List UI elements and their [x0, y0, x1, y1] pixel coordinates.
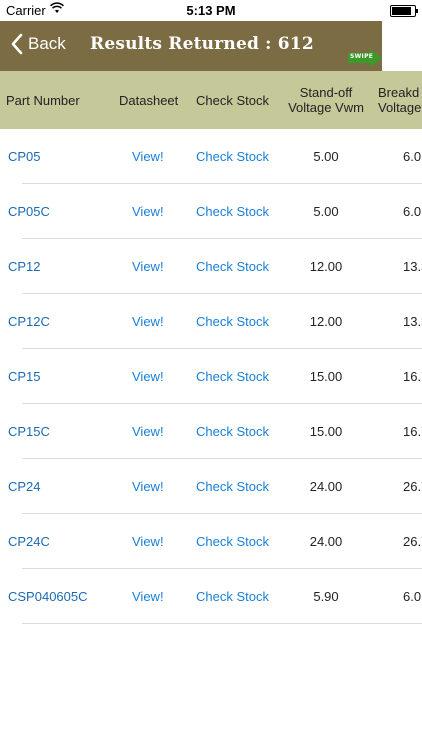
datasheet-link[interactable]: View!	[132, 459, 164, 514]
breakdown-voltage-value: 16.7	[403, 424, 422, 439]
chevron-left-icon	[11, 33, 23, 55]
datasheet-link[interactable]: View!	[132, 349, 164, 404]
table-row[interactable]: CP15 View! Check Stock 15.00 16.7	[0, 349, 422, 404]
swipe-arrow-button[interactable]: SWIPE	[348, 49, 382, 67]
column-header-standoff-voltage[interactable]: Stand-off Voltage Vwm	[283, 71, 369, 129]
back-label: Back	[28, 34, 66, 53]
part-number-link[interactable]: CSP040605C	[8, 569, 88, 624]
breakdown-voltage-value: 26.7	[403, 534, 422, 549]
battery-icon	[390, 5, 418, 17]
results-table: CP05 View! Check Stock 5.00 6.0 CP05C Vi…	[0, 129, 422, 624]
swipe-label: SWIPE	[350, 53, 374, 60]
breakdown-voltage-value: 13.3	[403, 314, 422, 329]
table-row[interactable]: CP24C View! Check Stock 24.00 26.7	[0, 514, 422, 569]
datasheet-link[interactable]: View!	[132, 404, 164, 459]
check-stock-link[interactable]: Check Stock	[196, 514, 269, 569]
datasheet-link[interactable]: View!	[132, 569, 164, 624]
table-row[interactable]: CP12 View! Check Stock 12.00 13.3	[0, 239, 422, 294]
check-stock-link[interactable]: Check Stock	[196, 569, 269, 624]
standoff-header-line1: Stand-off	[299, 85, 353, 100]
check-stock-link[interactable]: Check Stock	[196, 459, 269, 514]
column-header-part-number[interactable]: Part Number	[6, 71, 80, 129]
back-button[interactable]: Back	[10, 33, 66, 55]
part-number-link[interactable]: CP05C	[8, 184, 50, 239]
part-number-link[interactable]: CP24	[8, 459, 41, 514]
standoff-voltage-value: 24.00	[309, 534, 343, 549]
datasheet-link[interactable]: View!	[132, 184, 164, 239]
datasheet-link[interactable]: View!	[132, 294, 164, 349]
table-row[interactable]: CP05 View! Check Stock 5.00 6.0	[0, 129, 422, 184]
part-number-link[interactable]: CP15C	[8, 404, 50, 459]
standoff-voltage-value: 24.00	[309, 479, 343, 494]
breakdown-voltage-value: 13.3	[403, 259, 422, 274]
table-row[interactable]: CP12C View! Check Stock 12.00 13.3	[0, 294, 422, 349]
table-header: Part Number Datasheet Check Stock Stand-…	[0, 71, 422, 129]
row-divider	[22, 623, 422, 624]
standoff-voltage-value: 12.00	[309, 314, 343, 329]
part-number-link[interactable]: CP24C	[8, 514, 50, 569]
datasheet-link[interactable]: View!	[132, 239, 164, 294]
table-row[interactable]: CP24 View! Check Stock 24.00 26.7	[0, 459, 422, 514]
check-stock-link[interactable]: Check Stock	[196, 294, 269, 349]
check-stock-link[interactable]: Check Stock	[196, 404, 269, 459]
status-bar: Carrier 5:13 PM	[0, 0, 422, 21]
column-header-datasheet[interactable]: Datasheet	[119, 71, 178, 129]
breakdown-voltage-value: 16.7	[403, 369, 422, 384]
part-number-link[interactable]: CP15	[8, 349, 41, 404]
part-number-link[interactable]: CP12	[8, 239, 41, 294]
check-stock-link[interactable]: Check Stock	[196, 184, 269, 239]
table-row[interactable]: CP05C View! Check Stock 5.00 6.0	[0, 184, 422, 239]
standoff-header-line2: Voltage Vwm	[288, 100, 364, 115]
breakdown-voltage-value: 6.0	[403, 149, 422, 164]
nav-right-area	[382, 21, 422, 71]
table-row[interactable]: CP15C View! Check Stock 15.00 16.7	[0, 404, 422, 459]
breakdown-voltage-value: 6.0	[403, 589, 422, 604]
column-header-check-stock[interactable]: Check Stock	[196, 71, 269, 129]
standoff-voltage-value: 5.00	[313, 204, 339, 219]
datasheet-link[interactable]: View!	[132, 129, 164, 184]
datasheet-link[interactable]: View!	[132, 514, 164, 569]
standoff-voltage-value: 15.00	[309, 424, 343, 439]
breakdown-header-line2: Voltage	[378, 100, 422, 115]
check-stock-link[interactable]: Check Stock	[196, 239, 269, 294]
part-number-link[interactable]: CP12C	[8, 294, 50, 349]
standoff-voltage-value: 5.00	[313, 149, 339, 164]
check-stock-link[interactable]: Check Stock	[196, 129, 269, 184]
status-time: 5:13 PM	[186, 3, 236, 18]
standoff-voltage-value: 12.00	[309, 259, 343, 274]
breakdown-voltage-value: 6.0	[403, 204, 422, 219]
page-title: Results Returned : 612	[90, 34, 314, 54]
battery-fill	[392, 7, 411, 15]
column-header-breakdown-voltage[interactable]: Breakd Voltage	[378, 71, 422, 129]
navigation-bar: Back Results Returned : 612	[0, 21, 382, 71]
breakdown-voltage-value: 26.7	[403, 479, 422, 494]
standoff-voltage-value: 5.90	[313, 589, 339, 604]
breakdown-header-line1: Breakd	[378, 85, 420, 100]
table-row[interactable]: CSP040605C View! Check Stock 5.90 6.0	[0, 569, 422, 624]
check-stock-link[interactable]: Check Stock	[196, 349, 269, 404]
standoff-voltage-value: 15.00	[309, 369, 343, 384]
part-number-link[interactable]: CP05	[8, 129, 41, 184]
